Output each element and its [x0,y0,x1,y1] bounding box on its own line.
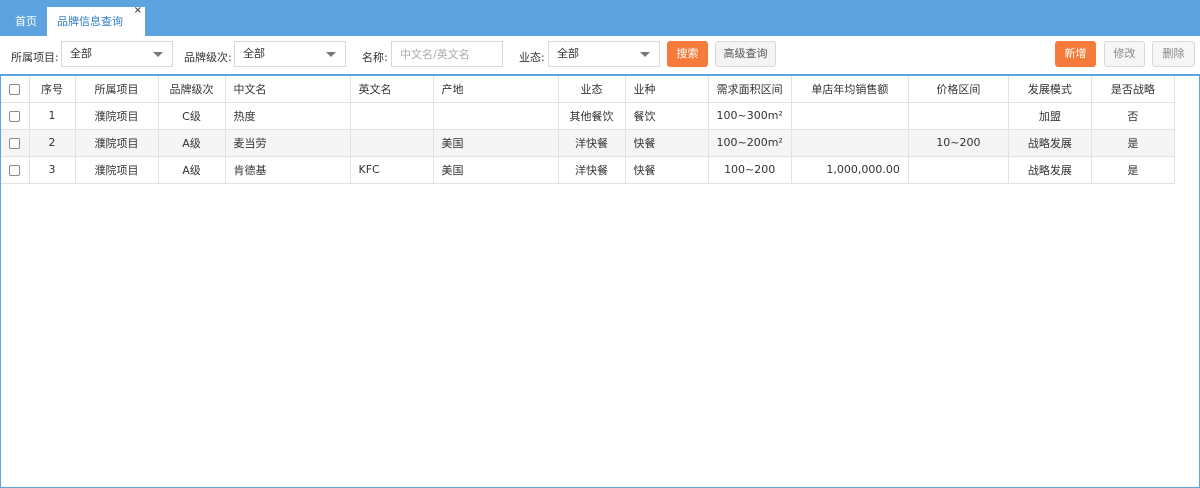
table-header-row: 序号 所属项目 品牌级次 中文名 英文名 产地 业态 业种 需求面积区间 单店年… [1,76,1175,103]
column-header[interactable]: 所属项目 [75,76,159,103]
cell-level: A级 [158,129,226,157]
cell-project: 濮院项目 [75,156,159,184]
row-checkbox-cell[interactable] [1,102,30,130]
close-icon[interactable]: × [134,0,142,25]
column-header[interactable]: 产地 [433,76,559,103]
cell-origin [433,102,559,130]
cell-english-name [350,129,434,157]
cell-strategic: 否 [1091,102,1175,130]
column-header[interactable]: 中文名 [225,76,351,103]
cell-index: 3 [29,156,76,184]
cell-area-range: 100~300m² [708,102,792,130]
select-all-checkbox[interactable] [9,83,21,95]
cell-chinese-name: 热度 [225,102,351,130]
tab-label: 品牌信息查询 [57,15,123,28]
cell-index: 2 [29,129,76,157]
project-select[interactable]: 全部 [61,41,173,67]
name-filter-label: 名称: [362,51,388,64]
column-header[interactable]: 单店年均销售额 [791,76,909,103]
filter-toolbar: 所属项目: 全部 品牌级次: 全部 名称: 业态: 全部 搜索 高级查询 新增 … [0,36,1200,74]
cell-origin: 美国 [433,129,559,157]
brand-data-grid: 序号 所属项目 品牌级次 中文名 英文名 产地 业态 业种 需求面积区间 单店年… [0,74,1200,488]
chevron-down-icon [153,52,163,57]
cell-category: 快餐 [625,156,709,184]
cell-format: 洋快餐 [558,129,626,157]
format-filter-label: 业态: [519,51,545,64]
row-checkbox[interactable] [9,110,21,122]
cell-strategic: 是 [1091,156,1175,184]
cell-english-name: KFC [350,156,434,184]
level-select[interactable]: 全部 [234,41,346,67]
table-row[interactable]: 1 濮院项目 C级 热度 其他餐饮 餐饮 100~300m² 加盟 否 [1,102,1175,130]
cell-price-range [908,156,1009,184]
column-header[interactable]: 品牌级次 [158,76,226,103]
tab-bar: 首页 品牌信息查询 × [0,0,1200,36]
format-select-value: 全部 [557,47,579,60]
level-filter-label: 品牌级次: [184,51,232,64]
cell-english-name [350,102,434,130]
advanced-search-button[interactable]: 高级查询 [715,41,776,67]
table-row[interactable]: 2 濮院项目 A级 麦当劳 美国 洋快餐 快餐 100~200m² 10~200… [1,129,1175,157]
cell-format: 洋快餐 [558,156,626,184]
cell-area-range: 100~200m² [708,129,792,157]
project-filter-label: 所属项目: [11,51,59,64]
row-checkbox-cell[interactable] [1,129,30,157]
cell-format: 其他餐饮 [558,102,626,130]
cell-dev-mode: 加盟 [1008,102,1092,130]
chevron-down-icon [640,52,650,57]
column-header[interactable]: 发展模式 [1008,76,1092,103]
cell-chinese-name: 麦当劳 [225,129,351,157]
table-row[interactable]: 3 濮院项目 A级 肯德基 KFC 美国 洋快餐 快餐 100~200 1,00… [1,156,1175,184]
delete-button[interactable]: 删除 [1152,41,1195,67]
column-header[interactable]: 业态 [558,76,626,103]
add-button[interactable]: 新增 [1055,41,1096,67]
project-select-value: 全部 [70,47,92,60]
cell-price-range: 10~200 [908,129,1009,157]
cell-project: 濮院项目 [75,129,159,157]
column-header[interactable]: 是否战略 [1091,76,1175,103]
chevron-down-icon [326,52,336,57]
cell-annual-sales: 1,000,000.00 [791,156,909,184]
level-select-value: 全部 [243,47,265,60]
cell-origin: 美国 [433,156,559,184]
cell-project: 濮院项目 [75,102,159,130]
cell-index: 1 [29,102,76,130]
cell-area-range: 100~200 [708,156,792,184]
cell-annual-sales [791,102,909,130]
tab-home[interactable]: 首页 [0,7,52,36]
row-checkbox[interactable] [9,164,21,176]
format-select[interactable]: 全部 [548,41,660,67]
column-header[interactable]: 需求面积区间 [708,76,792,103]
row-checkbox-cell[interactable] [1,156,30,184]
name-search-input[interactable] [391,41,503,67]
cell-annual-sales [791,129,909,157]
cell-category: 餐饮 [625,102,709,130]
row-checkbox[interactable] [9,137,21,149]
column-header[interactable]: 业种 [625,76,709,103]
search-button[interactable]: 搜索 [667,41,708,67]
edit-button[interactable]: 修改 [1104,41,1145,67]
cell-category: 快餐 [625,129,709,157]
cell-dev-mode: 战略发展 [1008,129,1092,157]
cell-chinese-name: 肯德基 [225,156,351,184]
column-header[interactable]: 英文名 [350,76,434,103]
cell-level: A级 [158,156,226,184]
column-header[interactable]: 序号 [29,76,76,103]
brand-table: 序号 所属项目 品牌级次 中文名 英文名 产地 业态 业种 需求面积区间 单店年… [1,76,1175,184]
cell-price-range [908,102,1009,130]
tab-brand-info-query[interactable]: 品牌信息查询 × [47,5,145,36]
cell-strategic: 是 [1091,129,1175,157]
column-header[interactable]: 价格区间 [908,76,1009,103]
select-all-checkbox-cell[interactable] [1,76,30,103]
cell-dev-mode: 战略发展 [1008,156,1092,184]
cell-level: C级 [158,102,226,130]
